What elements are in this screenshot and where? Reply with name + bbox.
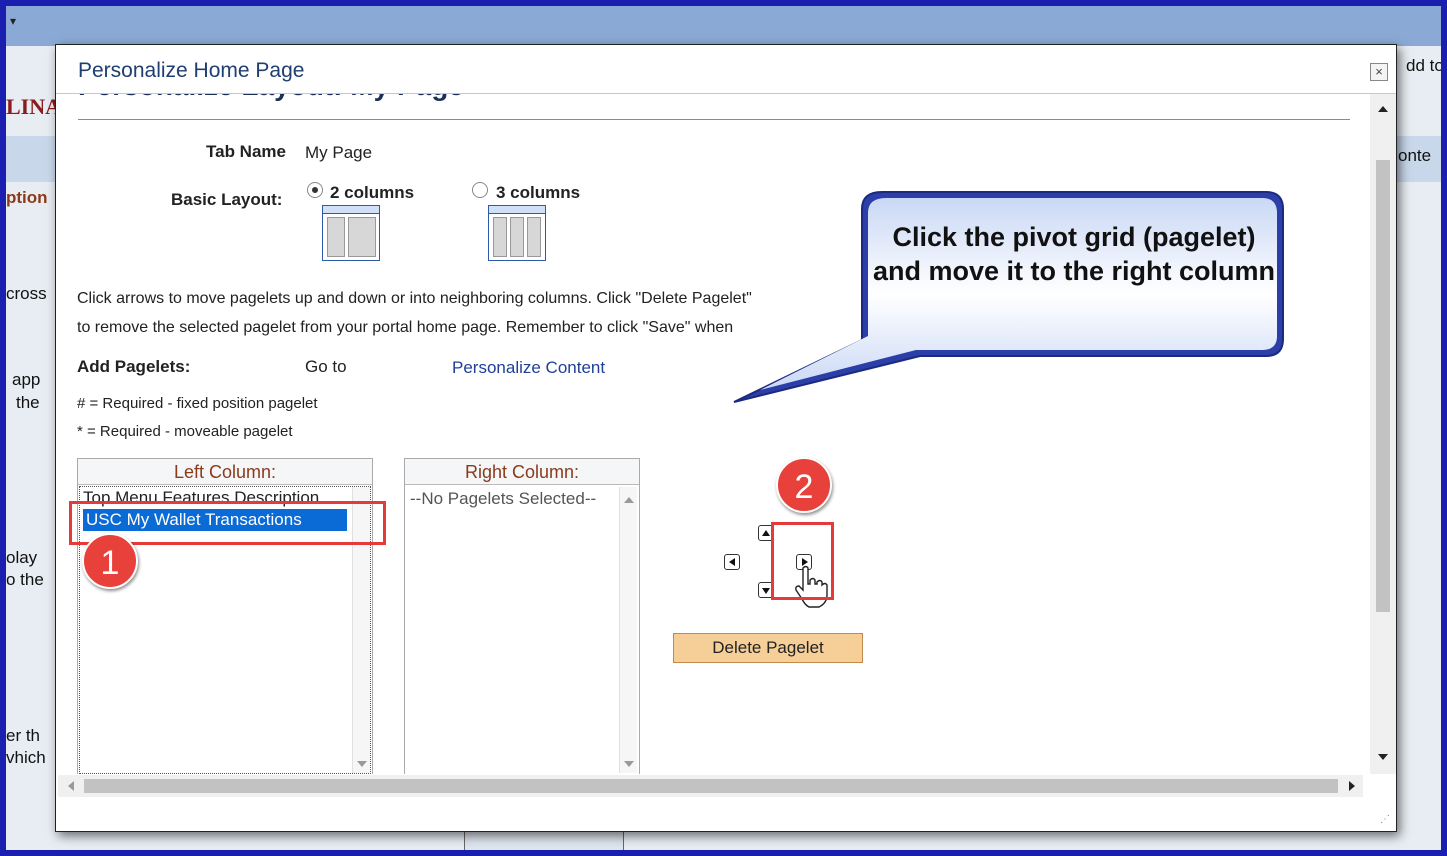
vertical-scroll-thumb[interactable] bbox=[1376, 160, 1390, 612]
scroll-up-arrow-icon[interactable] bbox=[1378, 106, 1388, 112]
add-pagelets-label: Add Pagelets: bbox=[77, 357, 191, 376]
scroll-left-arrow-icon[interactable] bbox=[68, 781, 74, 791]
scroll-down-arrow-icon[interactable] bbox=[1378, 754, 1388, 760]
two-column-layout-icon[interactable] bbox=[322, 205, 380, 261]
step-marker-1: 1 bbox=[82, 533, 138, 589]
background-options-text: ption bbox=[6, 188, 48, 207]
personalize-content-link[interactable]: Personalize Content bbox=[452, 358, 605, 378]
background-right-text: onte bbox=[1398, 146, 1432, 165]
scroll-down-arrow-icon[interactable] bbox=[624, 761, 634, 767]
dialog-title: Personalize Home Page bbox=[78, 59, 305, 82]
close-icon[interactable]: × bbox=[1370, 63, 1388, 81]
background-right-text: dd to bbox=[1406, 56, 1441, 75]
dropdown-arrow-icon[interactable]: ▾ bbox=[10, 14, 16, 28]
background-brand-text: LINA bbox=[6, 94, 62, 119]
step-marker-2: 2 bbox=[776, 457, 832, 513]
heading-divider bbox=[78, 119, 1350, 120]
tab-name-label: Tab Name bbox=[206, 142, 286, 161]
right-list-scrollbar[interactable] bbox=[619, 487, 637, 773]
right-column-body: --No Pagelets Selected-- bbox=[406, 486, 638, 774]
move-left-arrow-icon[interactable] bbox=[724, 554, 740, 570]
background-text: er th bbox=[6, 726, 41, 745]
list-item[interactable]: --No Pagelets Selected-- bbox=[410, 489, 596, 509]
delete-pagelet-button[interactable]: Delete Pagelet bbox=[673, 633, 863, 663]
three-column-layout-icon[interactable] bbox=[488, 205, 546, 261]
background-text: the bbox=[16, 393, 40, 412]
layout-2col-label[interactable]: 2 columns bbox=[330, 183, 414, 203]
left-column-header: Left Column: bbox=[78, 459, 372, 485]
layout-2col-radio[interactable] bbox=[307, 182, 323, 198]
basic-layout-label: Basic Layout: bbox=[171, 190, 283, 209]
dialog-vertical-scrollbar[interactable] bbox=[1370, 94, 1396, 774]
scroll-up-arrow-icon[interactable] bbox=[624, 497, 634, 503]
scroll-right-arrow-icon[interactable] bbox=[1349, 781, 1355, 791]
right-column-header: Right Column: bbox=[405, 459, 639, 485]
required-fixed-note: # = Required - fixed position pagelet bbox=[77, 395, 318, 412]
layout-3col-radio[interactable] bbox=[472, 182, 488, 198]
layout-3col-label[interactable]: 3 columns bbox=[496, 183, 580, 203]
personalize-dialog: Personalize Home Page × Personalize Layo… bbox=[55, 44, 1397, 832]
horizontal-scroll-thumb[interactable] bbox=[84, 779, 1338, 793]
background-text: olay bbox=[6, 548, 38, 567]
resize-grip-icon[interactable]: ⋰ bbox=[1380, 814, 1390, 825]
background-text: app bbox=[12, 370, 41, 389]
callout-text: Click the pivot grid (pagelet) and move … bbox=[872, 222, 1275, 286]
tab-name-value: My Page bbox=[305, 143, 373, 162]
help-text-line: to remove the selected pagelet from your… bbox=[77, 319, 734, 336]
dialog-horizontal-scrollbar[interactable] bbox=[58, 775, 1363, 797]
dialog-content: Personalize Layout: My Page Tab Name My … bbox=[56, 94, 1369, 774]
highlight-box-right-arrow bbox=[771, 522, 834, 600]
scroll-down-arrow-icon[interactable] bbox=[357, 761, 367, 767]
go-to-label: Go to bbox=[305, 357, 347, 376]
background-text: vhich bbox=[6, 748, 46, 767]
right-column-list[interactable]: Right Column: --No Pagelets Selected-- bbox=[404, 458, 640, 774]
help-text-line: Click arrows to move pagelets up and dow… bbox=[77, 290, 752, 307]
background-text: cross bbox=[6, 284, 47, 303]
required-movable-note: * = Required - moveable pagelet bbox=[77, 423, 293, 440]
page-heading: Personalize Layout: My Page bbox=[78, 94, 464, 102]
background-top-bar: ▾ bbox=[6, 6, 1441, 46]
background-text: o the bbox=[6, 570, 44, 589]
